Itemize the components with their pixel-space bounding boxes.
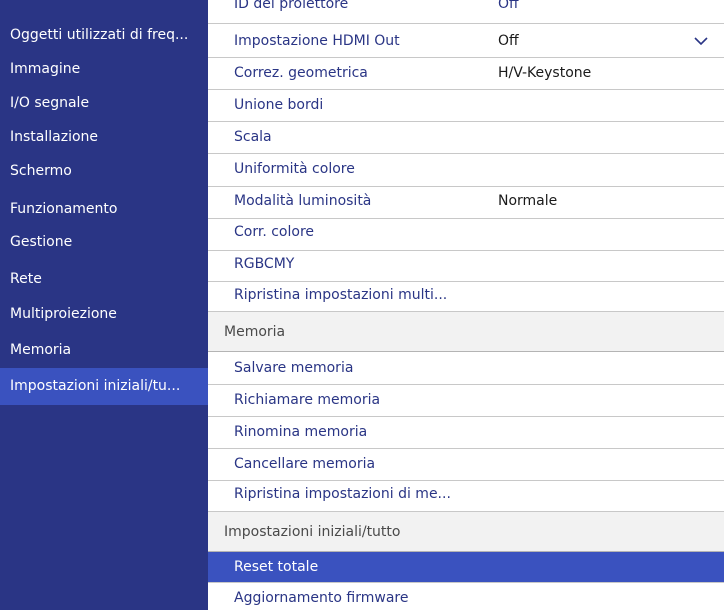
- sidebar-item-network[interactable]: Rete: [0, 263, 208, 296]
- menu-row-label: Salvare memoria: [234, 360, 354, 376]
- menu-row-rename-memory[interactable]: Rinomina memoria: [208, 417, 724, 449]
- menu-row-value: Normale: [498, 193, 558, 209]
- menu-row-reset-memory-settings[interactable]: Ripristina impostazioni di me...: [208, 481, 724, 512]
- sidebar-item-initial-settings[interactable]: Impostazioni iniziali/tu...: [0, 368, 208, 405]
- menu-row-label: RGBCMY: [234, 256, 295, 272]
- menu-row-projector-id[interactable]: ID del proiettore Off: [208, 0, 724, 24]
- menu-row-value: Off: [498, 0, 519, 12]
- menu-row-reset-all[interactable]: Reset totale: [208, 552, 724, 583]
- menu-row-edge-blending[interactable]: Unione bordi: [208, 90, 724, 122]
- menu-row-label: Unione bordi: [234, 97, 324, 113]
- menu-row-label: Correz. geometrica: [234, 65, 368, 81]
- main-menu-sidebar: Oggetti utilizzati di freq... Immagine I…: [0, 0, 208, 610]
- sidebar-item-installation[interactable]: Installazione: [0, 121, 208, 154]
- menu-row-erase-memory[interactable]: Cancellare memoria: [208, 449, 724, 481]
- projector-menu-screen: Oggetti utilizzati di freq... Immagine I…: [0, 0, 724, 610]
- sidebar-item-operation[interactable]: Funzionamento: [0, 193, 208, 226]
- section-header-memory: Memoria: [208, 312, 724, 352]
- section-header-initial-settings: Impostazioni iniziali/tutto: [208, 512, 724, 552]
- menu-row-firmware-update[interactable]: Aggiornamento firmware: [208, 583, 724, 610]
- sidebar-item-label: Immagine: [10, 61, 81, 77]
- menu-row-brightness-mode[interactable]: Modalità luminosità Normale: [208, 187, 724, 219]
- menu-row-label: Aggiornamento firmware: [234, 590, 409, 606]
- menu-row-label: Ripristina impostazioni multi...: [234, 287, 448, 303]
- menu-row-label: Rinomina memoria: [234, 424, 368, 440]
- sidebar-item-management[interactable]: Gestione: [0, 226, 208, 259]
- sidebar-item-multi-projection[interactable]: Multiproiezione: [0, 298, 208, 331]
- menu-row-save-memory[interactable]: Salvare memoria: [208, 352, 724, 385]
- menu-row-label: Uniformità colore: [234, 161, 355, 177]
- sidebar-item-label: I/O segnale: [10, 95, 90, 111]
- sidebar-item-label: Gestione: [10, 234, 73, 250]
- menu-row-label: Cancellare memoria: [234, 456, 376, 472]
- sidebar-item-frequently-used[interactable]: Oggetti utilizzati di freq...: [0, 19, 208, 52]
- sidebar-item-label: Rete: [10, 271, 42, 287]
- menu-row-label: Reset totale: [234, 559, 319, 575]
- menu-row-label: Impostazione HDMI Out: [234, 33, 400, 49]
- sidebar-item-label: Multiproiezione: [10, 306, 117, 322]
- menu-row-scale[interactable]: Scala: [208, 122, 724, 154]
- menu-row-label: Corr. colore: [234, 224, 315, 240]
- section-header-label: Impostazioni iniziali/tutto: [224, 524, 401, 540]
- sidebar-item-label: Impostazioni iniziali/tu...: [10, 378, 181, 394]
- menu-row-label: Richiamare memoria: [234, 392, 381, 408]
- menu-row-value: Off: [498, 33, 519, 49]
- submenu-panel: ID del proiettore Off Impostazione HDMI …: [208, 0, 724, 610]
- section-header-label: Memoria: [224, 324, 286, 340]
- menu-row-load-memory[interactable]: Richiamare memoria: [208, 385, 724, 417]
- menu-row-rgbcmy[interactable]: RGBCMY: [208, 251, 724, 282]
- sidebar-item-label: Memoria: [10, 342, 72, 358]
- sidebar-item-label: Schermo: [10, 163, 72, 179]
- menu-row-color-uniformity[interactable]: Uniformità colore: [208, 154, 724, 187]
- menu-row-label: Ripristina impostazioni di me...: [234, 486, 451, 502]
- menu-row-hdmi-out[interactable]: Impostazione HDMI Out Off: [208, 24, 724, 58]
- sidebar-item-label: Funzionamento: [10, 201, 118, 217]
- menu-row-value: H/V-Keystone: [498, 65, 592, 81]
- sidebar-item-label: Oggetti utilizzati di freq...: [10, 27, 189, 43]
- chevron-down-icon[interactable]: [694, 36, 708, 46]
- menu-row-color-correction[interactable]: Corr. colore: [208, 219, 724, 251]
- menu-row-label: ID del proiettore: [234, 0, 349, 12]
- menu-row-geometry-correction[interactable]: Correz. geometrica H/V-Keystone: [208, 58, 724, 90]
- sidebar-item-memory[interactable]: Memoria: [0, 334, 208, 367]
- menu-row-label: Modalità luminosità: [234, 193, 372, 209]
- sidebar-item-image[interactable]: Immagine: [0, 53, 208, 86]
- sidebar-item-signal-io[interactable]: I/O segnale: [0, 87, 208, 120]
- menu-row-label: Scala: [234, 129, 272, 145]
- sidebar-item-screen[interactable]: Schermo: [0, 155, 208, 188]
- sidebar-item-label: Installazione: [10, 129, 99, 145]
- menu-row-reset-multi-projection[interactable]: Ripristina impostazioni multi...: [208, 282, 724, 312]
